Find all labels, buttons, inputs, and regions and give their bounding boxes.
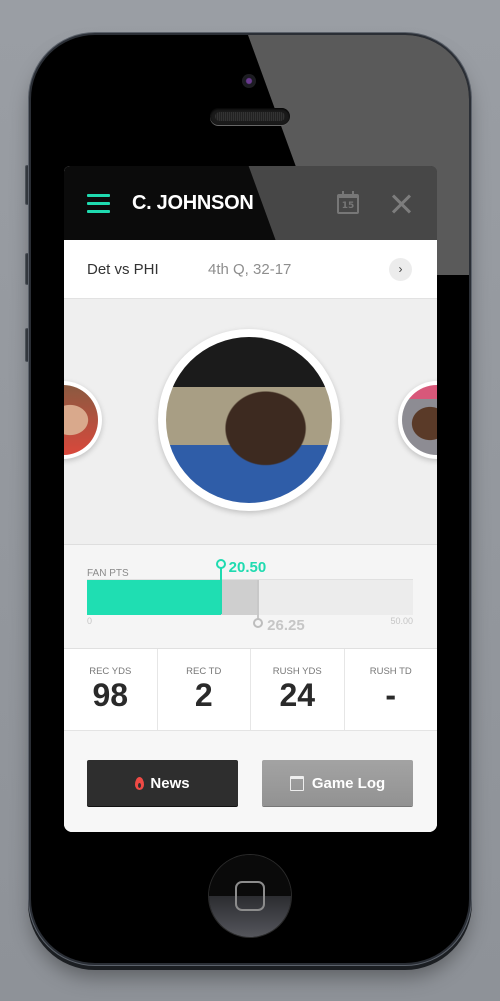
page-title: C. JOHNSON bbox=[132, 192, 254, 214]
stat-value: - bbox=[385, 677, 397, 713]
nav-bar: C. JOHNSON 15 bbox=[64, 166, 437, 240]
stat-rec-yds: REC YDS 98 bbox=[64, 649, 158, 730]
game-log-button[interactable]: Game Log bbox=[262, 760, 413, 806]
current-marker bbox=[215, 559, 226, 614]
stat-value: 24 bbox=[279, 677, 316, 713]
stats-row: REC YDS 98 REC TD 2 RUSH YDS 24 RUSH TD … bbox=[64, 649, 437, 731]
home-square-icon bbox=[235, 881, 265, 911]
news-button-label: News bbox=[150, 774, 190, 792]
actions-bar: News Game Log bbox=[64, 731, 437, 832]
stat-value: 98 bbox=[92, 677, 129, 713]
stat-rush-td: RUSH TD - bbox=[345, 649, 438, 730]
home-button[interactable] bbox=[209, 855, 291, 937]
earpiece-speaker bbox=[210, 108, 290, 125]
fan-pts-label: FAN PTS bbox=[87, 568, 129, 579]
game-row[interactable]: Det vs PHI 4th Q, 32-17 › bbox=[64, 240, 437, 299]
fan-pts-current-value: 20.50 bbox=[228, 559, 267, 576]
avatar-current-player bbox=[158, 329, 340, 511]
calendar-icon[interactable]: 15 bbox=[337, 191, 359, 214]
fan-pts-projected-value: 26.25 bbox=[267, 617, 305, 634]
stat-rush-yds: RUSH YDS 24 bbox=[251, 649, 345, 730]
hamburger-menu-icon[interactable] bbox=[87, 194, 110, 213]
stat-value: 2 bbox=[194, 677, 213, 713]
chevron-right-icon[interactable]: › bbox=[389, 258, 412, 281]
fan-pts-bar-track bbox=[87, 579, 413, 615]
player-carousel[interactable] bbox=[64, 299, 437, 545]
stat-label: RUSH TD bbox=[369, 666, 412, 677]
game-log-button-label: Game Log bbox=[311, 774, 386, 792]
close-icon[interactable] bbox=[391, 194, 411, 214]
stat-label: RUSH YDS bbox=[272, 666, 322, 677]
fan-pts-min-label: 0 bbox=[87, 616, 93, 626]
stat-rec-td: REC TD 2 bbox=[158, 649, 251, 730]
avatar-next-player[interactable] bbox=[398, 381, 437, 459]
game-status: 4th Q, 32-17 bbox=[208, 261, 292, 278]
avatar-previous-player[interactable] bbox=[64, 381, 102, 459]
stat-label: REC YDS bbox=[89, 666, 132, 677]
fantasy-points-panel: FAN PTS 20.50 26.25 0 50.00 bbox=[64, 545, 437, 649]
news-button[interactable]: News bbox=[87, 760, 238, 806]
stat-label: REC TD bbox=[186, 666, 222, 677]
app-screen: C. JOHNSON 15 Det vs PHI 4th Q, 32-17 › … bbox=[64, 166, 437, 832]
flame-icon bbox=[135, 776, 145, 790]
fan-pts-max-label: 50.00 bbox=[390, 616, 413, 626]
calendar-icon bbox=[289, 775, 304, 791]
fan-pts-current-fill bbox=[87, 580, 221, 615]
front-camera bbox=[242, 74, 256, 88]
projected-marker bbox=[253, 580, 264, 628]
game-teams: Det vs PHI bbox=[87, 261, 159, 278]
